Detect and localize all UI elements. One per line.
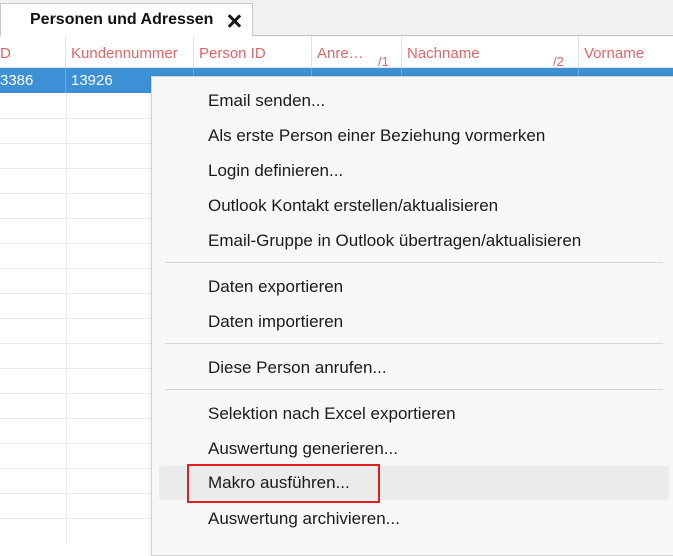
table-cell: 3386: [0, 68, 66, 93]
table-row: [0, 243, 155, 244]
menu-item-label: Selektion nach Excel exportieren: [208, 404, 456, 423]
sort-order-indicator: /1: [378, 54, 389, 68]
column-header-anrede[interactable]: Anre… /1: [312, 36, 402, 68]
menu-separator: [165, 262, 663, 263]
column-header-vorname[interactable]: Vorname: [579, 36, 673, 68]
menu-item-label: Daten exportieren: [208, 277, 344, 296]
column-header-label: Vorname: [584, 45, 645, 62]
table-row: [0, 518, 155, 519]
table-row: [0, 343, 155, 344]
menu-item-makro-ausfuehren[interactable]: Makro ausführen...: [159, 466, 669, 500]
menu-item-label: Daten importieren: [208, 312, 344, 331]
table-row: [0, 393, 155, 394]
table-row: [0, 418, 155, 419]
table-row: [0, 468, 155, 469]
table-row: [0, 118, 155, 119]
menu-item-email-senden[interactable]: Email senden...: [159, 84, 669, 118]
table-row: [0, 318, 155, 319]
column-header-label: Person ID: [199, 45, 266, 62]
menu-item-auswertung-generieren[interactable]: Auswertung generieren...: [159, 432, 669, 466]
column-header-label: Kundennummer: [71, 45, 178, 62]
column-header-id[interactable]: D: [0, 36, 66, 68]
table-row: [0, 193, 155, 194]
sort-order-indicator: /2: [553, 54, 564, 68]
table-row: [0, 218, 155, 219]
menu-item-label: Outlook Kontakt erstellen/aktualisieren: [208, 196, 499, 215]
table-row: [0, 443, 155, 444]
tab-label: Personen und Adressen: [30, 11, 214, 28]
menu-item-erste-person-vormerken[interactable]: Als erste Person einer Beziehung vormerk…: [159, 119, 669, 153]
tab-strip: Personen und Adressen: [0, 0, 673, 37]
context-menu: Email senden... Als erste Person einer B…: [151, 76, 673, 556]
column-header-person-id[interactable]: Person ID: [194, 36, 312, 68]
column-header-kundennummer[interactable]: Kundennummer: [66, 36, 194, 68]
menu-separator: [165, 343, 663, 344]
menu-item-login-definieren[interactable]: Login definieren...: [159, 154, 669, 188]
menu-item-label: Auswertung generieren...: [208, 439, 398, 458]
menu-item-email-gruppe-outlook[interactable]: Email-Gruppe in Outlook übertragen/aktua…: [159, 224, 669, 258]
menu-separator: [165, 389, 663, 390]
table-row: [0, 268, 155, 269]
menu-item-auswertung-archivieren[interactable]: Auswertung archivieren...: [159, 502, 669, 536]
menu-item-label: Email-Gruppe in Outlook übertragen/aktua…: [208, 231, 582, 250]
menu-item-label: Makro ausführen...: [208, 473, 350, 492]
table-row: [0, 168, 155, 169]
column-header-label: Nachname: [407, 45, 480, 62]
menu-item-label: Login definieren...: [208, 161, 344, 180]
menu-item-outlook-kontakt[interactable]: Outlook Kontakt erstellen/aktualisieren: [159, 189, 669, 223]
menu-item-label: Auswertung archivieren...: [208, 509, 400, 528]
menu-item-label: Email senden...: [208, 91, 326, 110]
menu-item-daten-importieren[interactable]: Daten importieren: [159, 305, 669, 339]
table-row: [0, 368, 155, 369]
column-header-nachname[interactable]: Nachname /2: [402, 36, 579, 68]
menu-item-selektion-excel-exportieren[interactable]: Selektion nach Excel exportieren: [159, 397, 669, 431]
menu-item-label: Diese Person anrufen...: [208, 358, 387, 377]
table-row: [0, 493, 155, 494]
menu-item-daten-exportieren[interactable]: Daten exportieren: [159, 270, 669, 304]
column-header-label: D: [0, 45, 11, 62]
table-row: [0, 293, 155, 294]
menu-item-person-anrufen[interactable]: Diese Person anrufen...: [159, 351, 669, 385]
table-row: [0, 143, 155, 144]
grid-header-row: D Kundennummer Person ID Anre… /1 Nachna…: [0, 36, 673, 68]
column-header-label: Anre…: [317, 45, 364, 62]
close-icon[interactable]: [227, 14, 241, 28]
tab-personen-und-adressen[interactable]: Personen und Adressen: [0, 3, 253, 37]
menu-item-label: Als erste Person einer Beziehung vormerk…: [208, 126, 546, 145]
